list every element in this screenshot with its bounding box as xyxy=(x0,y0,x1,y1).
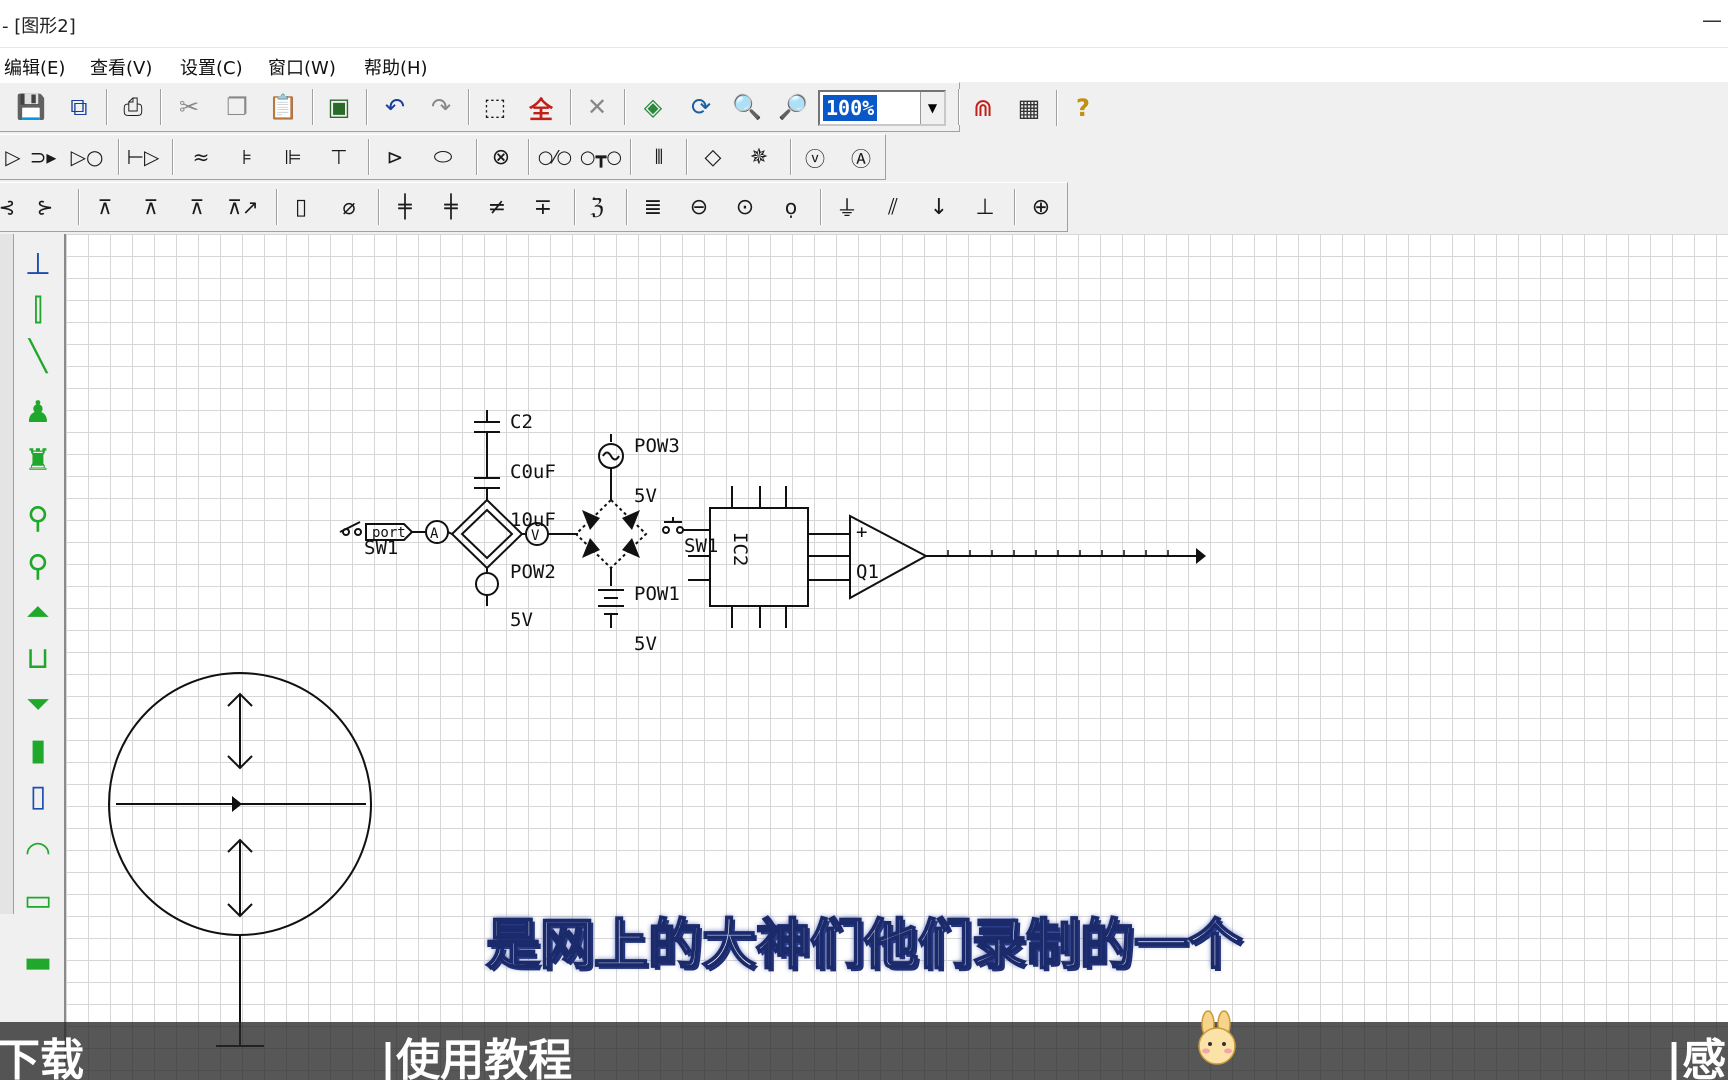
label-pow3-v: 5V xyxy=(634,485,657,507)
label-pow3: POW3 xyxy=(634,435,680,457)
label-pow2: POW2 xyxy=(510,561,556,583)
dc-source-pow2[interactable] xyxy=(475,572,499,596)
bottom-banner: 下载 |使用教程 |感 xyxy=(0,1022,1728,1080)
circle-center-arrow xyxy=(232,796,242,812)
banner-text-middle: |使用教程 xyxy=(380,1035,573,1080)
label-ammeter: A xyxy=(430,526,439,542)
label-c2-value: C0uF xyxy=(510,461,556,483)
output-arrowhead xyxy=(1196,548,1206,564)
bunny-sticker-icon xyxy=(1198,1010,1236,1065)
diode-bridge[interactable] xyxy=(574,498,648,570)
video-subtitle: 是网上的大神们他们录制的一个 xyxy=(485,912,1243,977)
label-ic2: IC2 xyxy=(729,532,751,566)
label-sw1-left: SW1 xyxy=(364,537,398,559)
banner-text-left: 下载 xyxy=(0,1035,84,1080)
ic-ic2[interactable] xyxy=(688,486,850,628)
battery-pow1[interactable] xyxy=(598,589,624,628)
label-sw1-right: SW1 xyxy=(684,535,718,557)
label-pow1: POW1 xyxy=(634,583,680,605)
banner-text-right: |感 xyxy=(1666,1035,1727,1080)
circle-shape[interactable] xyxy=(108,672,372,1047)
label-voltmeter: V xyxy=(531,528,540,544)
label-q1: Q1 xyxy=(856,561,879,583)
switch-sw1-right[interactable] xyxy=(662,517,710,534)
label-pow2-v: 5V xyxy=(510,609,533,631)
label-c2: C2 xyxy=(510,411,533,433)
capacitor-c2[interactable] xyxy=(474,410,500,500)
label-opamp-plus: + xyxy=(856,521,867,543)
label-pow1-v: 5V xyxy=(634,633,657,655)
